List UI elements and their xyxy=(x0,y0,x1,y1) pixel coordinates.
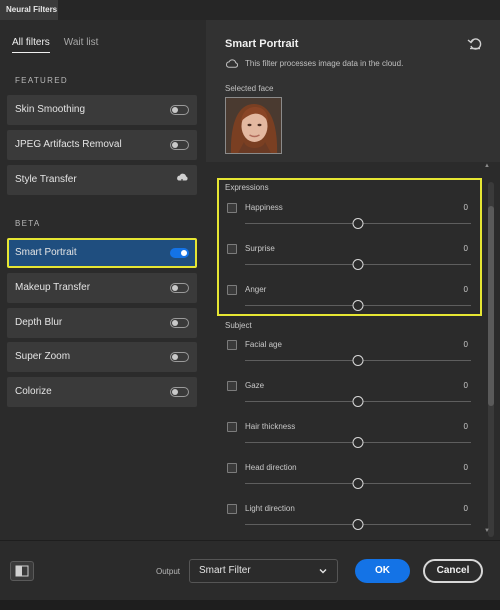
cancel-button[interactable]: Cancel xyxy=(423,559,483,583)
skin-smoothing-toggle[interactable] xyxy=(170,105,189,115)
slider-value: 0 xyxy=(463,463,468,472)
filter-skin-smoothing[interactable]: Skin Smoothing xyxy=(7,95,197,125)
cloud-notice-text: This filter processes image data in the … xyxy=(245,59,404,68)
smart-portrait-toggle[interactable] xyxy=(170,248,189,258)
filter-smart-portrait[interactable]: Smart Portrait xyxy=(7,238,197,268)
scroll-down-arrow-icon[interactable]: ▼ xyxy=(484,528,490,534)
filter-label: JPEG Artifacts Removal xyxy=(15,139,122,150)
panel-tab-neural-filters[interactable]: Neural Filters xyxy=(0,0,58,20)
happiness-checkbox[interactable] xyxy=(227,203,237,213)
hair-thickness-slider-handle[interactable] xyxy=(352,437,364,448)
filter-label: Style Transfer xyxy=(15,174,77,185)
facial-age-checkbox[interactable] xyxy=(227,340,237,350)
footer-strip xyxy=(0,600,500,610)
slider-value: 0 xyxy=(463,285,468,294)
colorize-toggle[interactable] xyxy=(170,387,189,397)
filter-label: Skin Smoothing xyxy=(15,104,86,115)
filter-makeup-transfer[interactable]: Makeup Transfer xyxy=(7,273,197,303)
jpeg-artifacts-removal-toggle[interactable] xyxy=(170,140,189,150)
filter-super-zoom[interactable]: Super Zoom xyxy=(7,342,197,372)
slider-label: Head direction xyxy=(245,463,297,472)
slider-label: Light direction xyxy=(245,504,295,513)
filter-label: Smart Portrait xyxy=(15,247,77,258)
super-zoom-toggle[interactable] xyxy=(170,352,189,362)
portrait-face-image xyxy=(226,98,281,153)
filter-style-transfer[interactable]: Style Transfer xyxy=(7,165,197,195)
output-label: Output xyxy=(156,567,181,576)
slider-label: Happiness xyxy=(245,203,283,212)
surprise-slider-handle[interactable] xyxy=(352,259,364,270)
filter-settings-panel: Smart Portrait This filter processes ima… xyxy=(206,20,500,540)
slider-label: Surprise xyxy=(245,244,275,253)
slider-value: 0 xyxy=(463,244,468,253)
slider-row-surprise: Surprise 0 xyxy=(227,244,473,278)
compare-button[interactable] xyxy=(10,561,34,581)
slider-row-head-direction: Head direction 0 xyxy=(227,463,473,497)
slider-row-hair-thickness: Hair thickness 0 xyxy=(227,422,473,456)
cloud-download-icon[interactable] xyxy=(175,165,189,195)
slider-row-gaze: Gaze 0 xyxy=(227,381,473,415)
light-direction-checkbox[interactable] xyxy=(227,504,237,514)
slider-value: 0 xyxy=(463,422,468,431)
cloud-notice: This filter processes image data in the … xyxy=(225,59,403,68)
head-direction-slider-handle[interactable] xyxy=(352,478,364,489)
happiness-slider-handle[interactable] xyxy=(352,218,364,229)
filter-label: Makeup Transfer xyxy=(15,282,91,293)
reset-icon[interactable] xyxy=(467,37,483,51)
settings-title: Smart Portrait xyxy=(225,38,299,50)
hair-thickness-checkbox[interactable] xyxy=(227,422,237,432)
anger-checkbox[interactable] xyxy=(227,285,237,295)
filter-list-panel: All filters Wait list FEATURED Skin Smoo… xyxy=(0,20,206,540)
makeup-transfer-toggle[interactable] xyxy=(170,283,189,293)
slider-label: Anger xyxy=(245,285,267,294)
filter-jpeg-artifacts-removal[interactable]: JPEG Artifacts Removal xyxy=(7,130,197,160)
gaze-slider-handle[interactable] xyxy=(352,396,364,407)
tab-all-filters[interactable]: All filters xyxy=(12,37,50,53)
slider-controls-area: Expressions Happiness 0 Surprise 0 Anger… xyxy=(206,162,500,540)
settings-scrollbar[interactable] xyxy=(488,182,494,537)
filter-depth-blur[interactable]: Depth Blur xyxy=(7,308,197,338)
selected-face-thumbnail[interactable] xyxy=(225,97,282,154)
selected-face-label: Selected face xyxy=(225,84,274,93)
slider-value: 0 xyxy=(463,504,468,513)
scrollbar-thumb[interactable] xyxy=(488,206,494,406)
scroll-up-arrow-icon[interactable]: ▲ xyxy=(484,163,490,169)
depth-blur-toggle[interactable] xyxy=(170,318,189,328)
section-featured-label: FEATURED xyxy=(15,76,68,85)
expressions-group-label: Expressions xyxy=(225,183,269,192)
section-beta-label: BETA xyxy=(15,219,41,228)
slider-label: Facial age xyxy=(245,340,282,349)
head-direction-checkbox[interactable] xyxy=(227,463,237,473)
surprise-checkbox[interactable] xyxy=(227,244,237,254)
cloud-icon xyxy=(226,59,238,68)
panel-header: Neural Filters xyxy=(0,0,500,20)
slider-value: 0 xyxy=(463,381,468,390)
filter-colorize[interactable]: Colorize xyxy=(7,377,197,407)
slider-value: 0 xyxy=(463,340,468,349)
tab-wait-list[interactable]: Wait list xyxy=(64,37,99,53)
facial-age-slider-handle[interactable] xyxy=(352,355,364,366)
ok-button[interactable]: OK xyxy=(355,559,410,583)
slider-row-light-direction: Light direction 0 xyxy=(227,504,473,538)
light-direction-slider-handle[interactable] xyxy=(352,519,364,530)
slider-value: 0 xyxy=(463,203,468,212)
slider-label: Gaze xyxy=(245,381,265,390)
slider-label: Hair thickness xyxy=(245,422,296,431)
subject-group-label: Subject xyxy=(225,321,252,330)
filter-tabs: All filters Wait list xyxy=(12,37,98,53)
chevron-down-icon xyxy=(319,569,327,574)
slider-row-anger: Anger 0 xyxy=(227,285,473,319)
filter-label: Depth Blur xyxy=(15,317,63,328)
gaze-checkbox[interactable] xyxy=(227,381,237,391)
before-after-icon xyxy=(15,565,29,577)
action-bar: Output Smart Filter OK Cancel xyxy=(0,540,500,600)
filter-label: Super Zoom xyxy=(15,351,71,362)
output-selected-value: Smart Filter xyxy=(199,565,251,576)
output-dropdown[interactable]: Smart Filter xyxy=(189,559,338,583)
filter-label: Colorize xyxy=(15,386,52,397)
anger-slider-handle[interactable] xyxy=(352,300,364,311)
slider-row-happiness: Happiness 0 xyxy=(227,203,473,237)
slider-row-facial-age: Facial age 0 xyxy=(227,340,473,374)
